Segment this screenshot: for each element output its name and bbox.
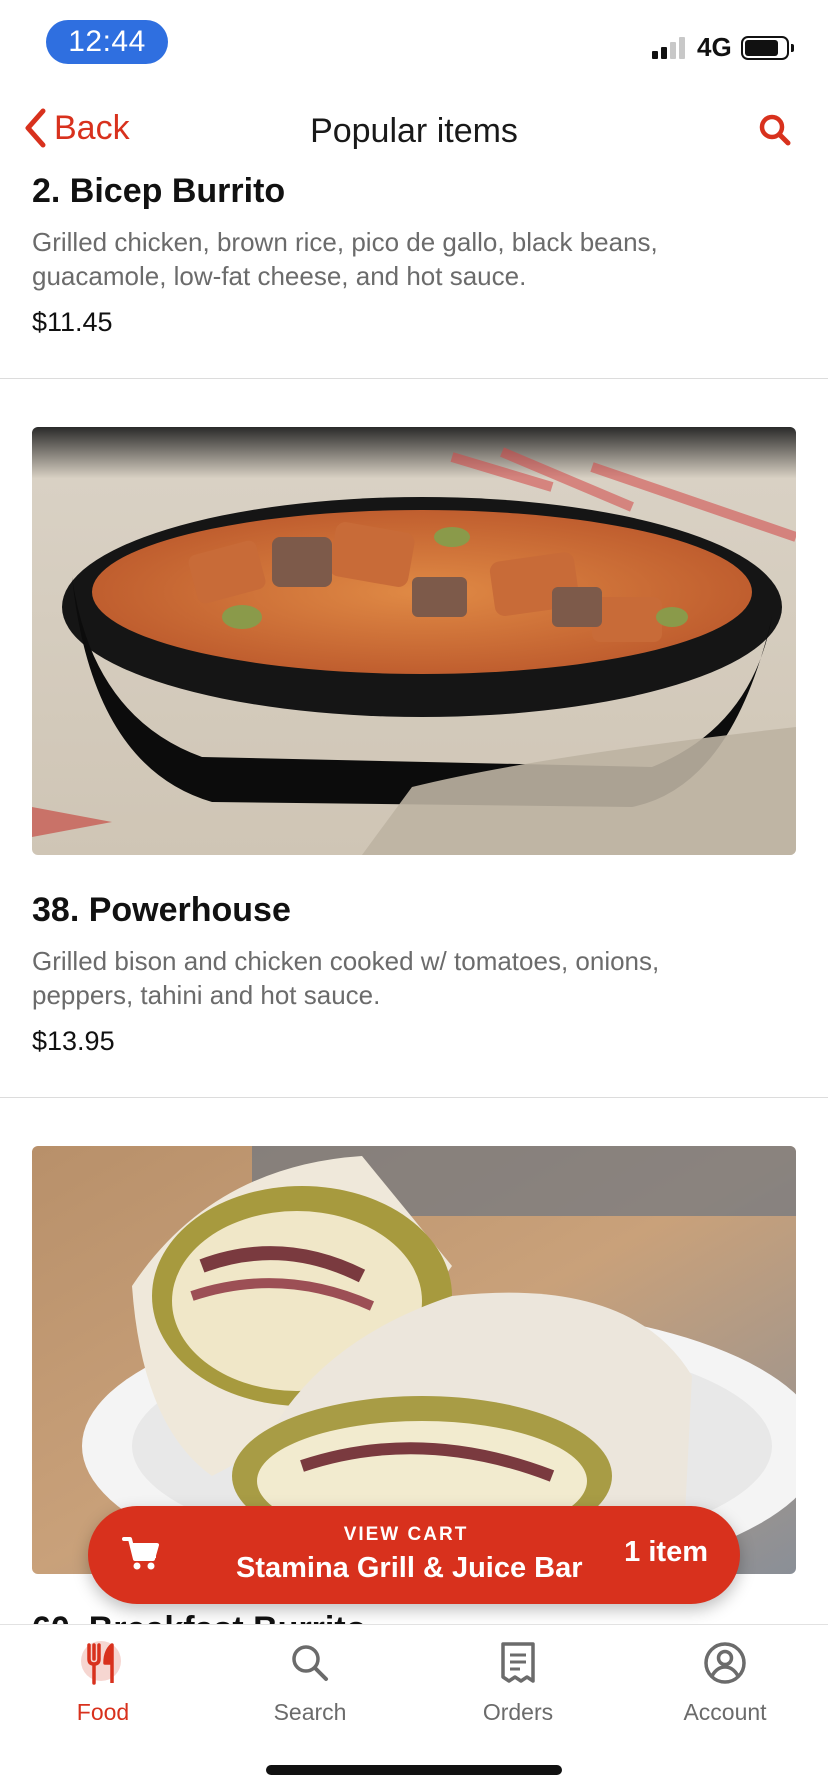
item-price: $13.95: [32, 1026, 115, 1056]
tab-label: Account: [683, 1699, 767, 1725]
item-description: Grilled chicken, brown rice, pico de gal…: [32, 227, 658, 291]
item-price: $11.45: [32, 307, 113, 337]
search-icon[interactable]: [758, 113, 792, 152]
signal-icon: [652, 37, 685, 59]
tab-search[interactable]: Search: [235, 1639, 385, 1726]
tab-account[interactable]: Account: [650, 1639, 800, 1726]
receipt-icon: [443, 1639, 593, 1687]
item-name: 60. Breakfast Burrito: [32, 1610, 796, 1624]
battery-icon: [741, 36, 789, 60]
tab-label: Orders: [482, 1699, 554, 1725]
view-cart-button[interactable]: VIEW CART Stamina Grill & Juice Bar 1 it…: [88, 1506, 740, 1604]
tab-food[interactable]: Food: [28, 1639, 178, 1726]
page-title: Popular items: [310, 112, 518, 150]
item-name: 38. Powerhouse: [32, 891, 291, 929]
item-name: 2. Bicep Burrito: [32, 172, 286, 210]
network-type: 4G: [697, 32, 732, 62]
tab-label: Food: [76, 1699, 130, 1725]
nav-header: Back Popular items: [0, 96, 828, 168]
status-bar: 12:44 4G: [0, 0, 828, 86]
item-list[interactable]: 2. Bicep Burrito Grilled chicken, brown …: [0, 168, 828, 1624]
cart-item-count: 1 item: [624, 1536, 708, 1568]
item-description: Grilled bison and chicken cooked w/ toma…: [32, 946, 660, 1010]
tab-orders[interactable]: Orders: [443, 1639, 593, 1726]
list-item[interactable]: 38. Powerhouse Grilled bison and chicken…: [0, 379, 828, 1057]
search-icon: [235, 1639, 385, 1687]
utensils-icon: [28, 1639, 178, 1687]
tab-label: Search: [273, 1699, 347, 1725]
status-time: 12:44: [46, 20, 168, 64]
user-circle-icon: [650, 1639, 800, 1687]
cart-store-name: Stamina Grill & Juice Bar: [236, 1552, 583, 1584]
list-item[interactable]: 2. Bicep Burrito Grilled chicken, brown …: [0, 168, 828, 338]
home-indicator[interactable]: [266, 1765, 562, 1775]
food-photo: [32, 427, 796, 855]
battery-cap: [791, 44, 794, 52]
